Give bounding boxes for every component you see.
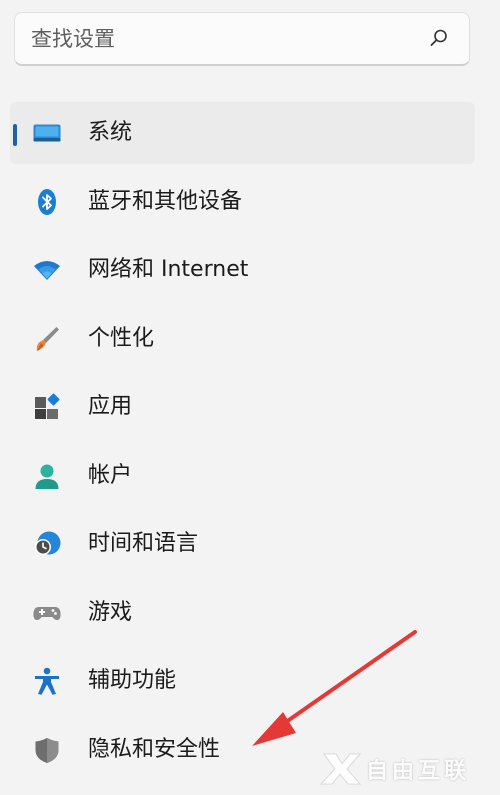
sidebar-item-gaming[interactable]: 游戏 (10, 582, 475, 644)
gamepad-icon (32, 598, 62, 628)
sidebar-item-accounts[interactable]: 帐户 (10, 445, 475, 507)
sidebar-item-bluetooth[interactable]: 蓝牙和其他设备 (10, 171, 475, 233)
account-icon (32, 461, 62, 491)
sidebar-item-apps[interactable]: 应用 (10, 376, 475, 438)
sidebar-item-system[interactable]: 系统 (10, 102, 475, 164)
sidebar-item-label: 时间和语言 (88, 531, 199, 556)
selection-indicator (13, 124, 17, 146)
sidebar-item-label: 辅助功能 (88, 668, 177, 693)
sidebar-item-label: 系统 (88, 120, 133, 145)
sidebar-item-label: 个性化 (88, 325, 155, 351)
sidebar-item-personalization[interactable]: 个性化 (10, 308, 475, 370)
watermark: 自由互联 (318, 748, 490, 788)
search-icon[interactable] (429, 28, 449, 48)
apps-icon (32, 392, 62, 422)
sidebar-item-label: 应用 (88, 394, 133, 419)
time-language-icon (32, 529, 62, 559)
watermark-text: 自由互联 (366, 759, 471, 784)
sidebar-item-label: 隐私和安全性 (88, 736, 221, 762)
sidebar-item-time-language[interactable]: 时间和语言 (10, 513, 475, 575)
bluetooth-icon (32, 187, 62, 217)
brush-icon (32, 324, 62, 354)
search-input[interactable] (31, 22, 401, 56)
sidebar-item-label: 蓝牙和其他设备 (88, 188, 243, 214)
sidebar-item-accessibility[interactable]: 辅助功能 (10, 650, 475, 712)
settings-nav: 系统 蓝牙和其他设备 网络和 Internet 个性化 应用 帐户 时间和语言 … (10, 102, 475, 787)
sidebar-item-label: 帐户 (88, 462, 133, 488)
sidebar-item-label: 网络和 Internet (88, 257, 249, 282)
sidebar-item-label: 游戏 (88, 599, 133, 625)
accessibility-icon (32, 666, 62, 696)
search-box[interactable] (14, 12, 470, 66)
system-icon (32, 118, 62, 148)
wifi-icon (32, 255, 62, 285)
shield-icon (32, 735, 62, 765)
watermark-logo-icon (319, 753, 362, 785)
sidebar-item-network[interactable]: 网络和 Internet (10, 239, 475, 301)
